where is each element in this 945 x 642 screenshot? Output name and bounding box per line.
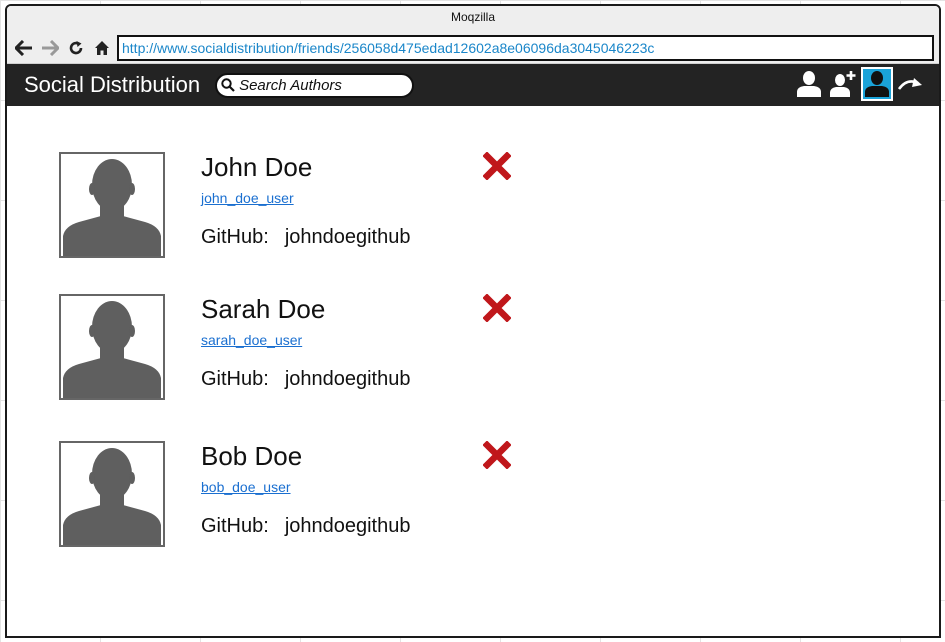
browser-toolbar: http://www.socialdistribution/friends/25… — [7, 32, 939, 64]
logout-button[interactable] — [895, 67, 927, 101]
remove-friend-button[interactable] — [482, 293, 512, 323]
avatar — [59, 441, 165, 547]
close-x-icon — [482, 293, 512, 323]
reload-button[interactable] — [63, 35, 89, 61]
github-row: GitHub: johndoegithub — [201, 226, 411, 249]
friend-username-link[interactable]: bob_doe_user — [201, 479, 291, 495]
search-icon — [221, 78, 235, 92]
friend-name: John Doe — [201, 152, 313, 182]
redirect-arrow-icon — [897, 78, 922, 90]
friend-username-link[interactable]: john_doe_user — [201, 190, 294, 206]
search-input[interactable] — [239, 76, 410, 94]
github-username: johndoegithub — [284, 368, 411, 390]
friend-username-link[interactable]: sarah_doe_user — [201, 332, 302, 348]
github-label: GitHub: — [201, 515, 269, 537]
github-row: GitHub: johndoegithub — [201, 368, 411, 391]
friend-card: Sarah Doe sarah_doe_user GitHub: johndoeg… — [59, 293, 559, 404]
avatar — [59, 152, 165, 258]
remove-friend-button[interactable] — [482, 151, 512, 181]
add-friend-button[interactable] — [827, 67, 859, 101]
user-silhouette-icon — [63, 448, 161, 545]
friend-name: Bob Doe — [201, 441, 303, 471]
forward-button[interactable] — [37, 35, 63, 61]
user-silhouette-icon — [63, 301, 161, 398]
remove-friend-button[interactable] — [482, 440, 512, 470]
profile-button[interactable] — [793, 67, 825, 101]
github-username: johndoegithub — [284, 226, 411, 248]
github-label: GitHub: — [201, 226, 269, 248]
friend-name: Sarah Doe — [201, 294, 326, 324]
friends-user-icon — [865, 71, 889, 97]
forward-arrow-icon — [42, 39, 59, 56]
home-icon — [95, 40, 109, 55]
close-x-icon — [482, 440, 512, 470]
close-x-icon — [482, 151, 512, 181]
avatar — [59, 294, 165, 400]
back-arrow-icon — [15, 39, 32, 56]
friend-card: John Doe john_doe_user GitHub: johndoegit… — [59, 151, 559, 262]
window-title: Moqzilla — [7, 6, 939, 32]
user-icon — [797, 71, 821, 97]
navbar-icons — [791, 67, 927, 101]
github-username: johndoegithub — [284, 515, 411, 537]
reload-icon — [69, 40, 83, 54]
friend-card: Bob Doe bob_doe_user GitHub: johndoegithu… — [59, 440, 559, 551]
home-button[interactable] — [89, 35, 115, 61]
github-row: GitHub: johndoegithub — [201, 515, 411, 538]
search-box[interactable] — [215, 72, 415, 98]
github-label: GitHub: — [201, 368, 269, 390]
user-silhouette-icon — [63, 159, 161, 256]
url-bar[interactable]: http://www.socialdistribution/friends/25… — [117, 34, 934, 61]
brand-title[interactable]: Social Distribution — [24, 72, 200, 98]
add-user-icon — [830, 71, 856, 97]
back-button[interactable] — [11, 35, 37, 61]
app-navbar: Social Distribution — [7, 64, 939, 106]
friends-button[interactable] — [861, 67, 893, 101]
browser-window: Moqzilla http://www.socialdistribution/f… — [5, 4, 941, 638]
